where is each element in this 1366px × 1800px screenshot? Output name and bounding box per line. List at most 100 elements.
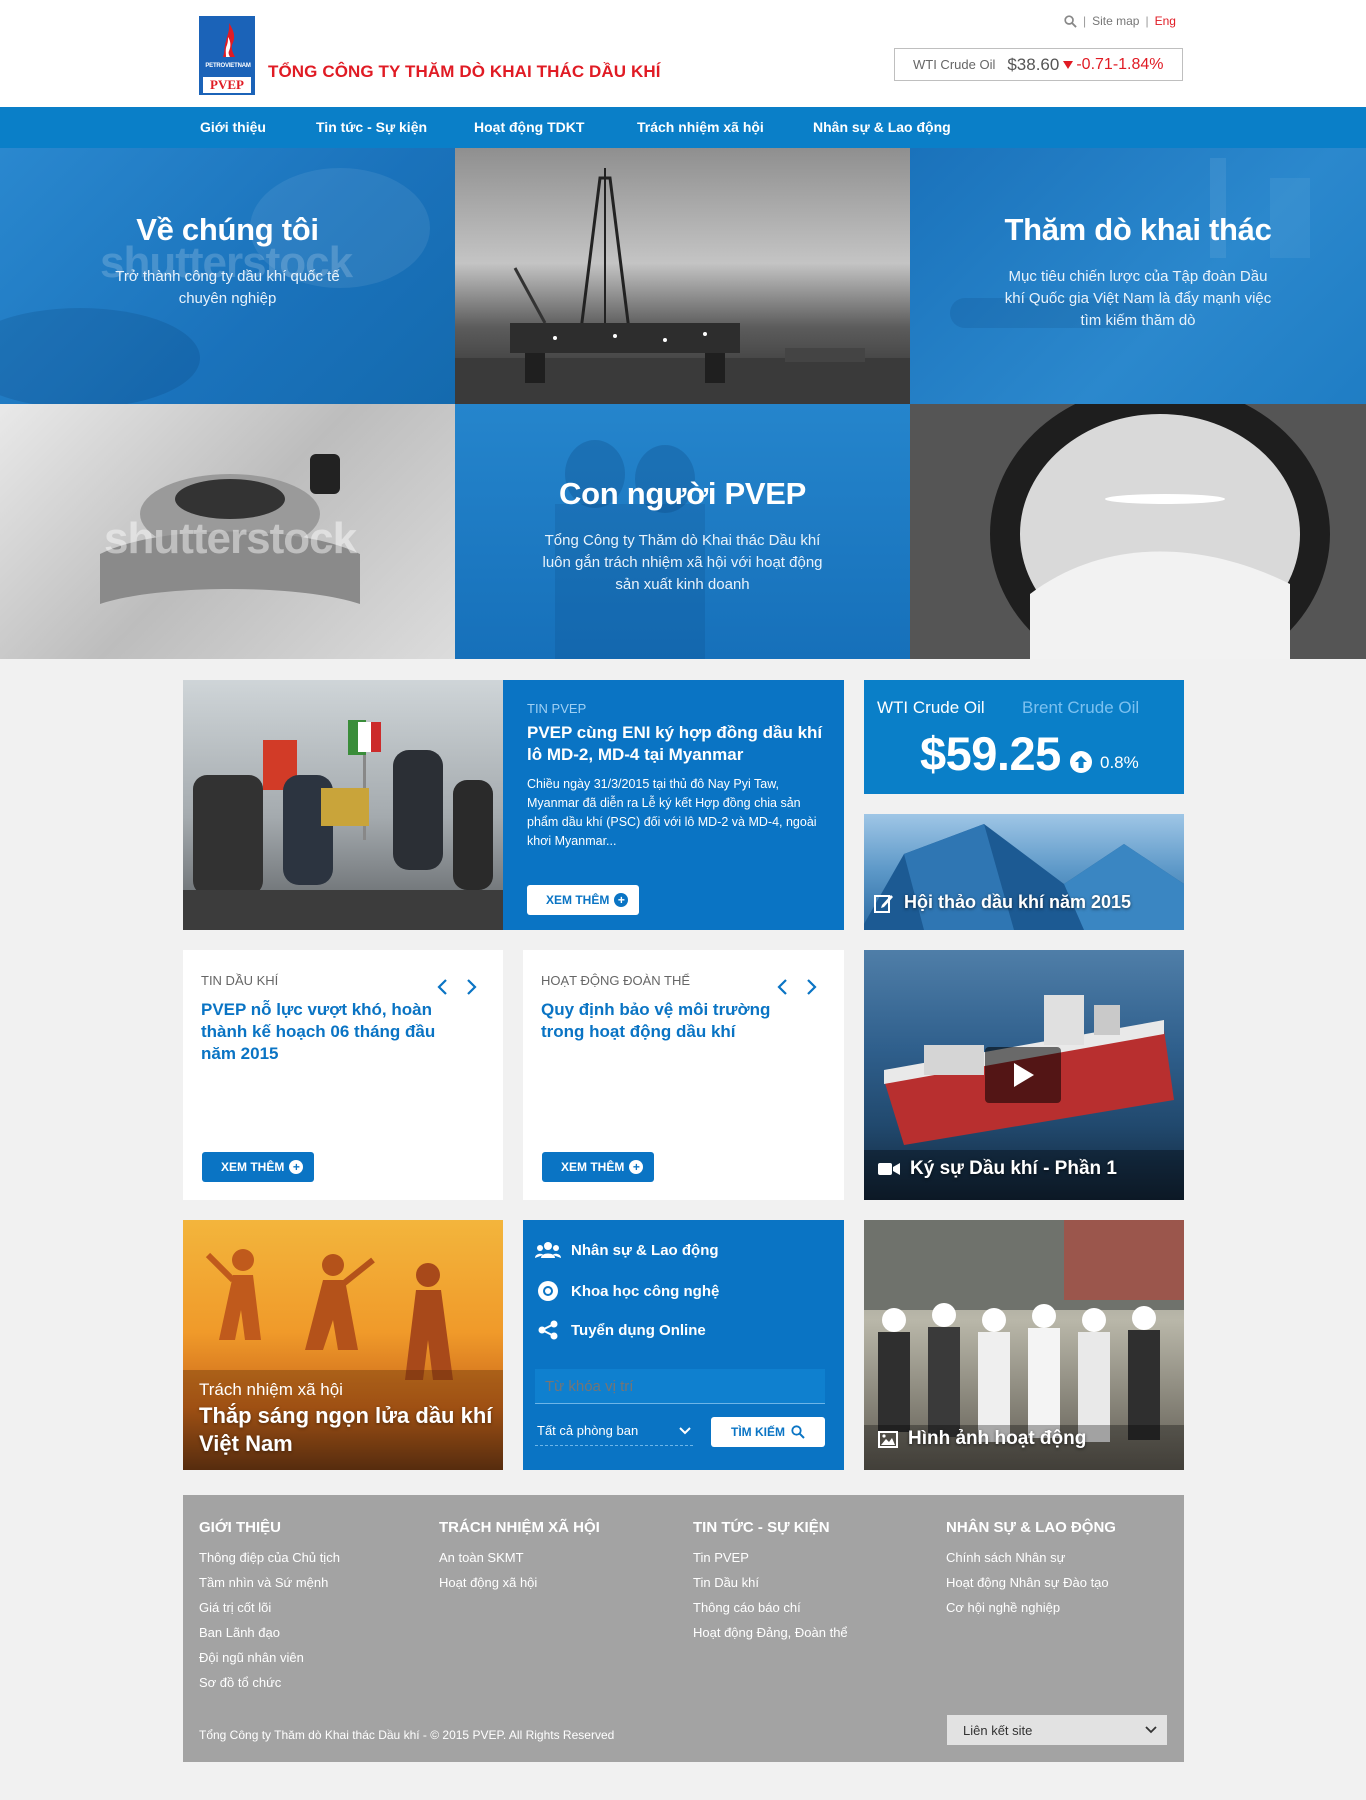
quicklink-hr-label: Nhân sự & Lao động [571,1241,719,1259]
footer-link[interactable]: Đội ngũ nhân viên [199,1645,340,1670]
hero-explore-tile[interactable]: Thăm dò khai thác Mục tiêu chiến lược củ… [910,148,1366,404]
csr-label: Trách nhiệm xã hội [199,1380,343,1399]
tab-brent-crude-oil[interactable]: Brent Crude Oil [1022,698,1139,718]
footer-col-hr: NHÂN SỰ & LAO ĐỘNG Chính sách Nhân sự Ho… [946,1519,1116,1620]
quicklink-science[interactable]: Khoa học công nghệ [535,1280,719,1302]
union-news-category: HOẠT ĐỘNG ĐOÀN THỂ [541,973,691,988]
oil-news-title[interactable]: PVEP nỗ lực vượt khó, hoàn thành kế hoạc… [201,999,451,1065]
edit-document-icon [874,894,893,913]
nav-item-gioi-thieu[interactable]: Giới thiệu [200,107,266,148]
hero-about-title: Về chúng tôi [136,212,319,247]
footer-link[interactable]: Tin Dầu khí [693,1570,848,1595]
csr-card[interactable]: Trách nhiệm xã hội Thắp sáng ngọn lửa dầ… [183,1220,503,1470]
quicklink-recruitment[interactable]: Tuyển dụng Online [535,1320,706,1340]
oil-news-read-more-button[interactable]: XEM THÊM + [202,1152,315,1182]
footer-col-about: GIỚI THIỆU Thông điệp của Chủ tịch Tầm n… [199,1519,340,1695]
site-map-link[interactable]: Site map [1092,14,1139,28]
department-select[interactable]: Tất cả phòng ban [535,1416,693,1446]
featured-news-card: TIN PVEP PVEP cùng ENI ký hợp đồng dầu k… [183,680,844,930]
pvep-logo[interactable]: PETROVIETNAM PVEP [199,16,255,95]
video-caption: Ký sự Dầu khí - Phần 1 [878,1158,1117,1180]
read-more-label: XEM THÊM [546,893,610,907]
chevron-left-icon[interactable] [436,978,450,996]
csr-title-line1: Thắp sáng ngọn lửa dầu khí [199,1403,493,1428]
site-footer: GIỚI THIỆU Thông điệp của Chủ tịch Tầm n… [183,1495,1184,1762]
footer-link[interactable]: Tin PVEP [693,1545,848,1570]
hero-people-line2: luôn gắn trách nhiệm xã hội với hoạt độn… [542,554,823,571]
chevron-down-icon [1145,1726,1157,1734]
footer-link[interactable]: Hoạt động xã hội [439,1570,600,1595]
union-news-title[interactable]: Quy định bảo vệ môi trường trong hoạt độ… [541,999,791,1043]
footer-link[interactable]: Giá trị cốt lõi [199,1595,340,1620]
video-card[interactable]: Ký sự Dầu khí - Phần 1 [864,950,1184,1200]
footer-link[interactable]: Chính sách Nhân sự [946,1545,1116,1570]
arrow-up-circle-icon [1070,751,1092,773]
play-button[interactable] [985,1047,1061,1103]
footer-col-hr-title: NHÂN SỰ & LAO ĐỘNG [946,1519,1116,1536]
company-name: TỔNG CÔNG TY THĂM DÒ KHAI THÁC DẦU KHÍ [268,62,661,81]
hero-about-tile[interactable]: shutterstock Về chúng tôi Trở thành công… [0,148,455,404]
nav-item-trach-nhiem[interactable]: Trách nhiệm xã hội [637,107,764,148]
footer-link[interactable]: Thông điệp của Chủ tịch [199,1545,340,1570]
hero-about-line1: Trở thành công ty dầu khí quốc tế [115,268,340,285]
quicklink-science-label: Khoa học công nghệ [571,1282,720,1300]
footer-link[interactable]: Tầm nhìn và Sứ mệnh [199,1570,340,1595]
footer-link[interactable]: Hoạt động Nhân sự Đào tạo [946,1570,1116,1595]
gallery-card[interactable]: Hình ảnh hoạt động [864,1220,1184,1470]
oil-news-pager [436,978,478,996]
footer-col-csr: TRÁCH NHIỆM XÃ HỘI An toàn SKMT Hoạt độn… [439,1519,600,1595]
pipe-illustration [910,404,1366,659]
hero-people-line1: Tổng Công ty Thăm dò Khai thác Dầu khí [544,532,821,549]
featured-read-more-button[interactable]: XEM THÊM + [527,885,640,915]
featured-title[interactable]: PVEP cùng ENI ký hợp đồng dầu khí lô MD-… [527,722,827,766]
seminar-title: Hội thảo dầu khí năm 2015 [904,892,1132,912]
site-link-select-value: Liên kết site [963,1722,1033,1738]
ticker-change: -0.71-1.84% [1076,55,1164,73]
quicklink-recruitment-label: Tuyển dụng Online [571,1321,706,1339]
search-icon[interactable] [1064,14,1077,28]
main-nav: Giới thiệu Tin tức - Sự kiện Hoạt động T… [0,107,1366,148]
featured-news-panel: TIN PVEP PVEP cùng ENI ký hợp đồng dầu k… [503,680,844,930]
nav-item-tin-tuc[interactable]: Tin tức - Sự kiện [316,107,427,148]
hero-people-tile[interactable]: Con người PVEP Tổng Công ty Thăm dò Khai… [455,404,910,659]
image-icon [878,1430,898,1448]
footer-link[interactable]: Thông cáo báo chí [693,1595,848,1620]
plus-circle-icon: + [629,1160,644,1174]
chevron-down-icon [679,1426,691,1434]
seminar-card[interactable]: Hội thảo dầu khí năm 2015 [864,814,1184,930]
footer-link[interactable]: Hoạt động Đảng, Đoàn thể [693,1620,848,1645]
play-icon [1014,1063,1034,1087]
plus-circle-icon: + [289,1160,304,1174]
quicklink-hr[interactable]: Nhân sự & Lao động [535,1240,719,1260]
gallery-caption: Hình ảnh hoạt động [878,1428,1086,1450]
job-search-button[interactable]: TÌM KIẾM [711,1417,825,1447]
chevron-right-icon[interactable] [464,978,478,996]
footer-col-news: TIN TỨC - SỰ KIỆN Tin PVEP Tin Dầu khí T… [693,1519,848,1645]
language-link[interactable]: Eng [1155,14,1176,28]
signing-ceremony-illustration [183,720,503,930]
union-news-card: HOẠT ĐỘNG ĐOÀN THỂ Quy định bảo vệ môi t… [523,950,844,1200]
job-search-label: TÌM KIẾM [731,1425,785,1439]
footer-link[interactable]: Sơ đồ tổ chức [199,1670,340,1695]
footer-link[interactable]: Cơ hội nghề nghiệp [946,1595,1116,1620]
oil-price-widget: WTI Crude Oil Brent Crude Oil $59.25 0.8… [864,680,1184,794]
tab-wti-crude-oil[interactable]: WTI Crude Oil [877,698,985,718]
footer-link[interactable]: Ban Lãnh đạo [199,1620,340,1645]
oil-rig-illustration [455,168,910,404]
hero-explore-line2: khí Quốc gia Việt Nam là đẩy mạnh việc [1004,290,1272,307]
hero-explore-title: Thăm dò khai thác [1004,212,1272,247]
nav-item-hoat-dong-tdkt[interactable]: Hoạt động TDKT [474,107,584,148]
union-news-read-more-button[interactable]: XEM THÊM + [542,1152,655,1182]
ticker-price: $38.60 [1007,54,1060,74]
chevron-right-icon[interactable] [804,978,818,996]
nav-item-nhan-su[interactable]: Nhân sự & Lao động [813,107,951,148]
hero-people-title: Con người PVEP [559,476,806,511]
site-link-select[interactable]: Liên kết site [947,1715,1167,1745]
featured-news-image[interactable] [183,680,503,930]
position-keyword-input[interactable] [535,1369,825,1404]
footer-link[interactable]: An toàn SKMT [439,1545,600,1570]
union-news-pager [776,978,818,996]
chevron-left-icon[interactable] [776,978,790,996]
share-icon [538,1320,558,1340]
site-header: PETROVIETNAM PVEP TỔNG CÔNG TY THĂM DÒ K… [0,0,1366,107]
